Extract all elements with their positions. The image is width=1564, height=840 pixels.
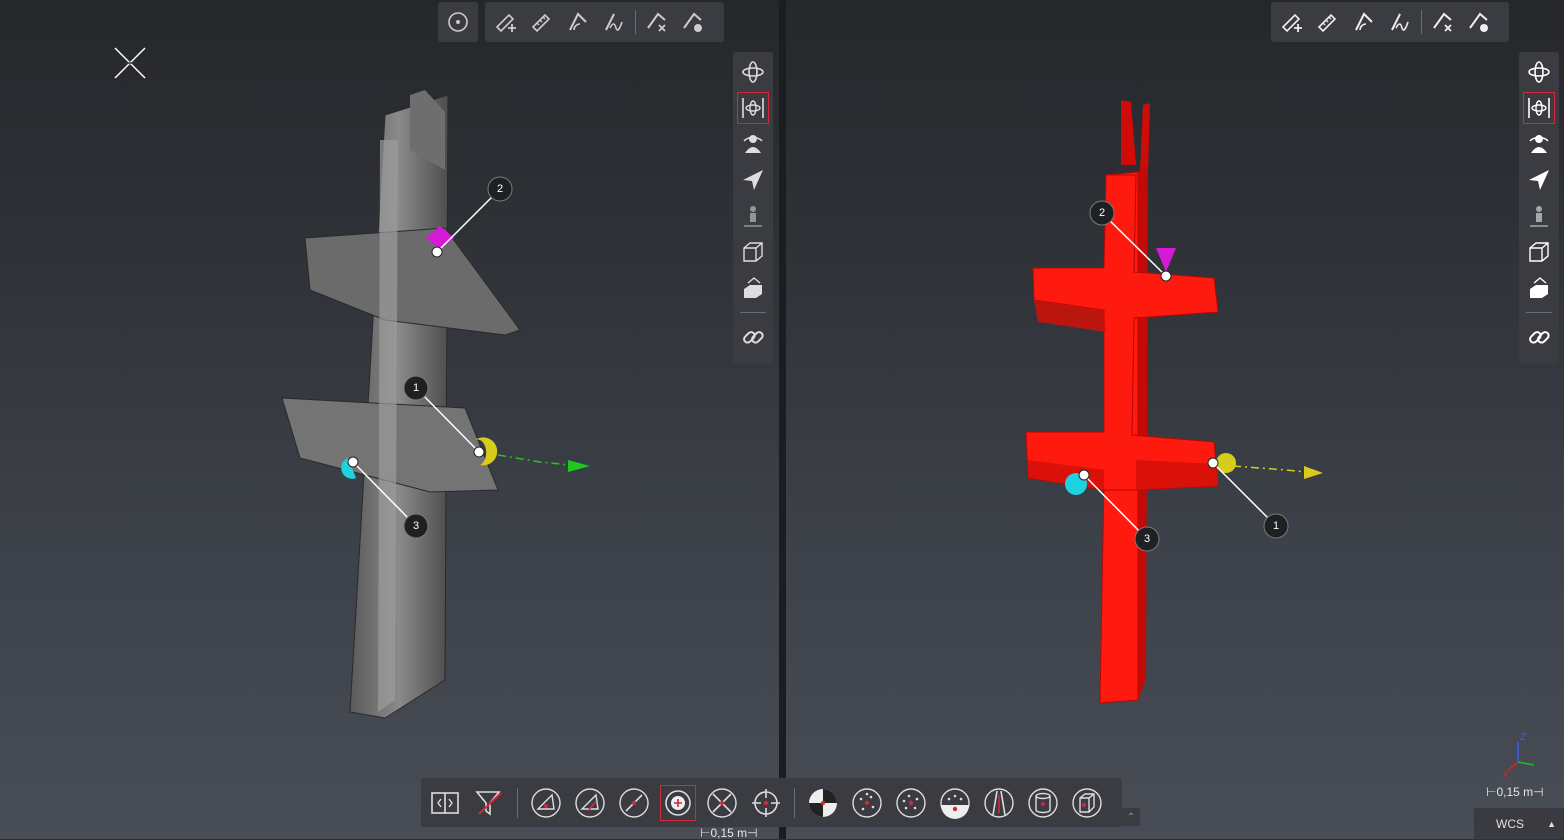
point-cloud-model	[281, 90, 521, 719]
plane-line-icon[interactable]	[572, 785, 608, 821]
side-toolbar-right	[1519, 52, 1559, 364]
scale-bar-left: ⊢0,15 m⊣	[700, 826, 758, 840]
top-toolbar-right	[1271, 2, 1509, 42]
chevron-up-icon: ▲	[1547, 818, 1556, 829]
axis-arrow-icon	[1304, 466, 1323, 479]
view-cube-icon[interactable]	[737, 236, 769, 268]
svg-text:1: 1	[1273, 520, 1279, 532]
fly-icon[interactable]	[737, 164, 769, 196]
hide-measurement-icon[interactable]	[1464, 7, 1494, 37]
side-toolbar-left	[733, 52, 773, 364]
stand-person-icon[interactable]	[1523, 200, 1555, 232]
pan-orbit-icon[interactable]	[1523, 92, 1555, 124]
link-viewports-icon[interactable]	[737, 321, 769, 353]
add-measurement-icon[interactable]	[1277, 7, 1307, 37]
scale-bar-right: ⊢0,15 m⊣	[1486, 785, 1544, 799]
crosshair-point-icon[interactable]	[748, 785, 784, 821]
measure-distance-icon[interactable]	[1313, 7, 1343, 37]
measure-distance-icon[interactable]	[527, 7, 557, 37]
orbit-icon[interactable]	[1523, 56, 1555, 88]
cylinder-icon[interactable]	[1025, 785, 1061, 821]
surface-points-icon[interactable]	[937, 785, 973, 821]
axis-arrow-icon	[568, 460, 590, 472]
view-cube-icon[interactable]	[1523, 236, 1555, 268]
marker-label-3[interactable]: 3	[403, 513, 429, 539]
stand-person-icon[interactable]	[737, 200, 769, 232]
fly-icon[interactable]	[1523, 164, 1555, 196]
marker-label-1[interactable]: 1	[1263, 513, 1289, 539]
top-toolbar-left-center	[438, 2, 478, 42]
measure-angle-icon[interactable]	[1349, 7, 1379, 37]
hide-measurement-icon[interactable]	[678, 7, 708, 37]
coordinate-system-label: WCS	[1496, 816, 1524, 831]
axis-direction-line	[1232, 465, 1307, 473]
bottom-toolbar	[421, 778, 1122, 827]
svg-text:3: 3	[1144, 533, 1150, 545]
coordinate-system-selector[interactable]: WCS ▲	[1474, 808, 1564, 839]
measure-curve-icon[interactable]	[1385, 7, 1415, 37]
cad-model	[1025, 100, 1219, 704]
marker-label-2[interactable]: 2	[1089, 200, 1115, 226]
cad-model-scene: 2 1 3 Z X	[1025, 100, 1535, 781]
collapse-toolbar-button[interactable]: ⌃	[1122, 808, 1140, 826]
svg-text:Z: Z	[1520, 732, 1526, 743]
right-viewport[interactable]: 2 1 3 Z X	[786, 0, 1564, 839]
box-icon[interactable]	[1069, 785, 1105, 821]
top-toolbar-left	[485, 2, 724, 42]
svg-text:2: 2	[1099, 207, 1105, 219]
center-point-icon[interactable]	[443, 7, 473, 37]
measure-curve-icon[interactable]	[599, 7, 629, 37]
line-intersection-icon[interactable]	[704, 785, 740, 821]
marker-label-3[interactable]: 3	[1134, 526, 1160, 552]
marker-label-2[interactable]: 2	[487, 176, 513, 202]
measure-angle-icon[interactable]	[563, 7, 593, 37]
svg-text:3: 3	[413, 520, 419, 532]
svg-text:2: 2	[497, 183, 503, 195]
cylinder-lines-icon[interactable]	[981, 785, 1017, 821]
orbit-icon[interactable]	[737, 56, 769, 88]
left-viewport[interactable]: 2 1 3	[0, 0, 779, 839]
add-measurement-icon[interactable]	[491, 7, 521, 37]
svg-text:X: X	[1502, 770, 1509, 781]
remove-measurement-icon[interactable]	[642, 7, 672, 37]
cursor-crosshair-icon	[114, 47, 146, 79]
remove-measurement-icon[interactable]	[1428, 7, 1458, 37]
pan-orbit-icon[interactable]	[737, 92, 769, 124]
split-view-icon[interactable]	[427, 785, 463, 821]
section-box-icon[interactable]	[1523, 272, 1555, 304]
axis-gizmo: Z X	[1502, 732, 1535, 781]
marker-label-1[interactable]: 1	[403, 375, 429, 401]
viewport-divider[interactable]	[779, 0, 786, 839]
section-box-icon[interactable]	[737, 272, 769, 304]
point-cloud-select-icon[interactable]	[893, 785, 929, 821]
circle-center-icon[interactable]	[660, 784, 696, 821]
sphere-points-icon[interactable]	[849, 785, 885, 821]
checker-target-icon[interactable]	[805, 785, 841, 821]
point-cloud-scene: 2 1 3	[114, 47, 590, 719]
plane-point-icon[interactable]	[528, 785, 564, 821]
walk-person-icon[interactable]	[1523, 128, 1555, 160]
filter-icon[interactable]	[471, 785, 507, 821]
line-point-icon[interactable]	[616, 785, 652, 821]
svg-text:1: 1	[413, 382, 419, 394]
axis-direction-line	[497, 454, 581, 467]
link-viewports-icon[interactable]	[1523, 321, 1555, 353]
walk-person-icon[interactable]	[737, 128, 769, 160]
